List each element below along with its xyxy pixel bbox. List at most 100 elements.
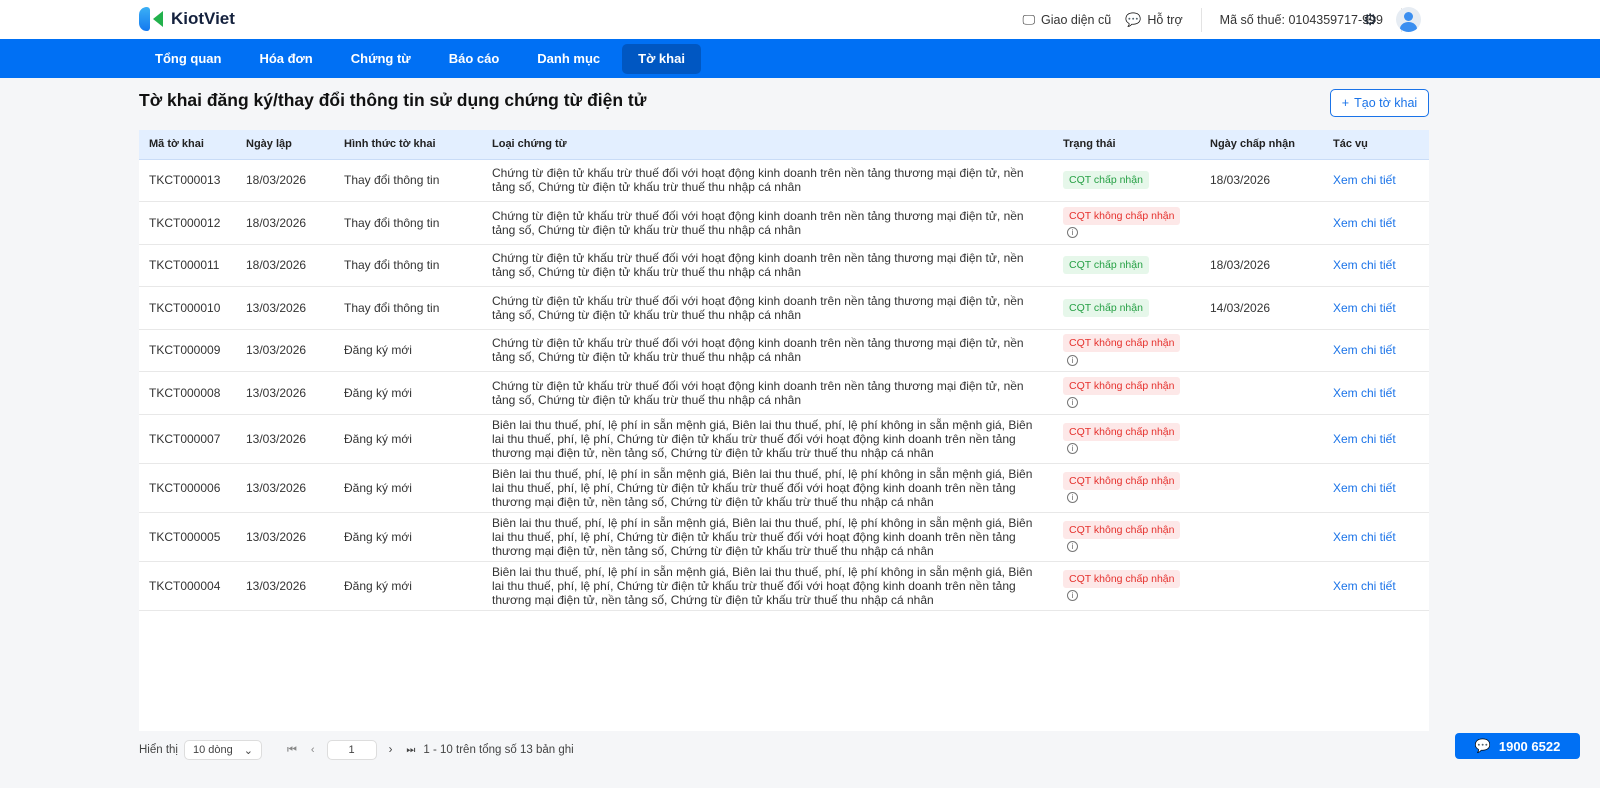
- column-header: Ngày lập: [236, 130, 334, 160]
- chevron-down-icon: ⌄: [243, 744, 253, 757]
- status-cell: CQT không chấp nhậni: [1053, 561, 1200, 611]
- declaration-form: Đăng ký mới: [334, 329, 482, 372]
- declarations-table: Mã tờ khai Ngày lập Hình thức tờ khai Loại …: [139, 130, 1429, 611]
- info-icon[interactable]: i: [1067, 354, 1078, 366]
- info-icon[interactable]: i: [1067, 491, 1078, 503]
- declaration-form: Thay đổi thông tin: [334, 159, 482, 202]
- info-icon[interactable]: i: [1067, 589, 1078, 601]
- status-cell: CQT không chấp nhận i: [1053, 371, 1200, 415]
- declaration-form: Đăng ký mới: [334, 512, 482, 562]
- nav-bao-cao[interactable]: Báo cáo: [433, 44, 516, 74]
- declarations-table-panel: Mã tờ khai Ngày lập Hình thức tờ khai Loại …: [139, 130, 1429, 731]
- page-number-input[interactable]: 1: [326, 740, 377, 760]
- declaration-id: TKCT000006: [139, 463, 236, 513]
- gear-icon[interactable]: ⚙: [1363, 10, 1377, 30]
- status-badge: CQT không chấp nhận: [1063, 471, 1181, 490]
- column-header: Hình thức tờ khai: [334, 130, 482, 160]
- declaration-id: TKCT000013: [139, 159, 236, 202]
- table-row: TKCT000011 18/03/2026 Thay đổi thông tin…: [139, 244, 1429, 287]
- prev-page-icon[interactable]: ‹: [311, 744, 315, 756]
- declaration-id: TKCT000004: [139, 561, 236, 611]
- chat-icon: 💬: [1125, 11, 1142, 27]
- status-badge: CQT chấp nhận: [1063, 171, 1149, 190]
- nav-to-khai[interactable]: Tờ khai: [622, 43, 701, 74]
- created-date: 13/03/2026: [236, 463, 334, 513]
- accepted-date: [1200, 512, 1323, 562]
- status-cell: CQT chấp nhận: [1053, 159, 1200, 202]
- table-row: TKCT000005 13/03/2026 Đăng ký mới Biên l…: [139, 512, 1429, 562]
- declaration-id: TKCT000012: [139, 201, 236, 245]
- next-page-icon[interactable]: ›: [389, 744, 393, 756]
- declaration-id: TKCT000008: [139, 371, 236, 415]
- view-detail-link[interactable]: Xem chi tiết: [1323, 463, 1429, 513]
- logo[interactable]: KiotViet: [139, 7, 235, 31]
- column-header: Trạng thái: [1053, 130, 1200, 160]
- declaration-id: TKCT000007: [139, 414, 236, 464]
- view-detail-link[interactable]: Xem chi tiết: [1323, 371, 1429, 415]
- table-row: TKCT000008 13/03/2026 Đăng ký mới Chứng …: [139, 371, 1429, 415]
- status-badge: CQT không chấp nhận: [1063, 334, 1181, 353]
- nav-danh-muc[interactable]: Danh mục: [521, 44, 616, 74]
- create-label: Tạo tờ khai: [1354, 96, 1418, 110]
- old-ui-link[interactable]: 🖵 Giao diện cũ: [1022, 12, 1111, 28]
- logo-icon: [139, 7, 150, 31]
- info-icon[interactable]: i: [1067, 442, 1078, 454]
- support-link[interactable]: 💬 Hỗ trợ: [1125, 12, 1182, 28]
- brand-name: KiotViet: [171, 9, 235, 28]
- view-detail-link[interactable]: Xem chi tiết: [1323, 512, 1429, 562]
- nav-hoa-don[interactable]: Hóa đơn: [243, 44, 328, 74]
- status-cell: CQT không chấp nhận i: [1053, 201, 1200, 245]
- status-cell: CQT chấp nhận: [1053, 286, 1200, 330]
- view-detail-link[interactable]: Xem chi tiết: [1323, 244, 1429, 287]
- support-label: Hỗ trợ: [1147, 12, 1183, 27]
- status-badge: CQT chấp nhận: [1063, 256, 1149, 275]
- status-badge: CQT không chấp nhận: [1063, 520, 1181, 539]
- nav-chung-tu[interactable]: Chứng từ: [335, 44, 427, 74]
- status-badge: CQT không chấp nhận: [1063, 206, 1181, 225]
- created-date: 13/03/2026: [236, 414, 334, 464]
- accepted-date: [1200, 414, 1323, 464]
- view-detail-link[interactable]: Xem chi tiết: [1323, 286, 1429, 330]
- table-row: TKCT000009 13/03/2026 Đăng ký mới Chứng …: [139, 329, 1429, 372]
- created-date: 18/03/2026: [236, 201, 334, 245]
- first-page-icon[interactable]: ⏮: [287, 744, 297, 757]
- info-icon[interactable]: i: [1067, 227, 1078, 239]
- status-badge: CQT không chấp nhận: [1063, 422, 1181, 441]
- status-badge: CQT chấp nhận: [1063, 298, 1149, 317]
- status-badge: CQT không chấp nhận: [1063, 376, 1181, 395]
- document-type: Chứng từ điện tử khấu trừ thuế đối với h…: [482, 371, 1053, 415]
- accepted-date: [1200, 371, 1323, 415]
- info-icon[interactable]: i: [1067, 397, 1078, 409]
- declaration-form: Thay đổi thông tin: [334, 286, 482, 330]
- info-icon[interactable]: i: [1067, 540, 1078, 552]
- declaration-id: TKCT000005: [139, 512, 236, 562]
- declaration-form: Đăng ký mới: [334, 414, 482, 464]
- accepted-date: [1200, 201, 1323, 245]
- view-detail-link[interactable]: Xem chi tiết: [1323, 201, 1429, 245]
- last-page-icon[interactable]: ⏭: [406, 745, 415, 756]
- table-row: TKCT000004 13/03/2026 Đăng ký mới Biên l…: [139, 561, 1429, 611]
- nav-tong-quan[interactable]: Tổng quan: [139, 44, 237, 74]
- document-type: Chứng từ điện tử khấu trừ thuế đối với h…: [482, 329, 1053, 372]
- view-detail-link[interactable]: Xem chi tiết: [1323, 159, 1429, 202]
- pagination: Hiển thị 10 dòng ⌄ ⏮ ‹ 1 › ⏭ 1 - 10 trên …: [139, 740, 574, 760]
- table-row: TKCT000010 13/03/2026 Thay đổi thông tin…: [139, 286, 1429, 330]
- declaration-id: TKCT000010: [139, 286, 236, 330]
- view-detail-link[interactable]: Xem chi tiết: [1323, 414, 1429, 464]
- created-date: 13/03/2026: [236, 512, 334, 562]
- declaration-form: Đăng ký mới: [334, 371, 482, 415]
- accepted-date: 18/03/2026: [1200, 244, 1323, 287]
- create-declaration-button[interactable]: + Tạo tờ khai: [1330, 89, 1429, 117]
- page-size-label: Hiển thị: [139, 744, 178, 756]
- declaration-form: Đăng ký mới: [334, 561, 482, 611]
- created-date: 13/03/2026: [236, 286, 334, 330]
- view-detail-link[interactable]: Xem chi tiết: [1323, 561, 1429, 611]
- page-size-select[interactable]: 10 dòng ⌄: [184, 740, 262, 760]
- view-detail-link[interactable]: Xem chi tiết: [1323, 329, 1429, 372]
- divider: [1200, 7, 1202, 32]
- logo-icon-arrow: [153, 11, 163, 27]
- hotline-button[interactable]: 💬 1900 6522: [1455, 733, 1580, 759]
- avatar[interactable]: [1396, 7, 1421, 32]
- hotline-number: 1900 6522: [1498, 738, 1561, 754]
- declaration-form: Đăng ký mới: [334, 463, 482, 513]
